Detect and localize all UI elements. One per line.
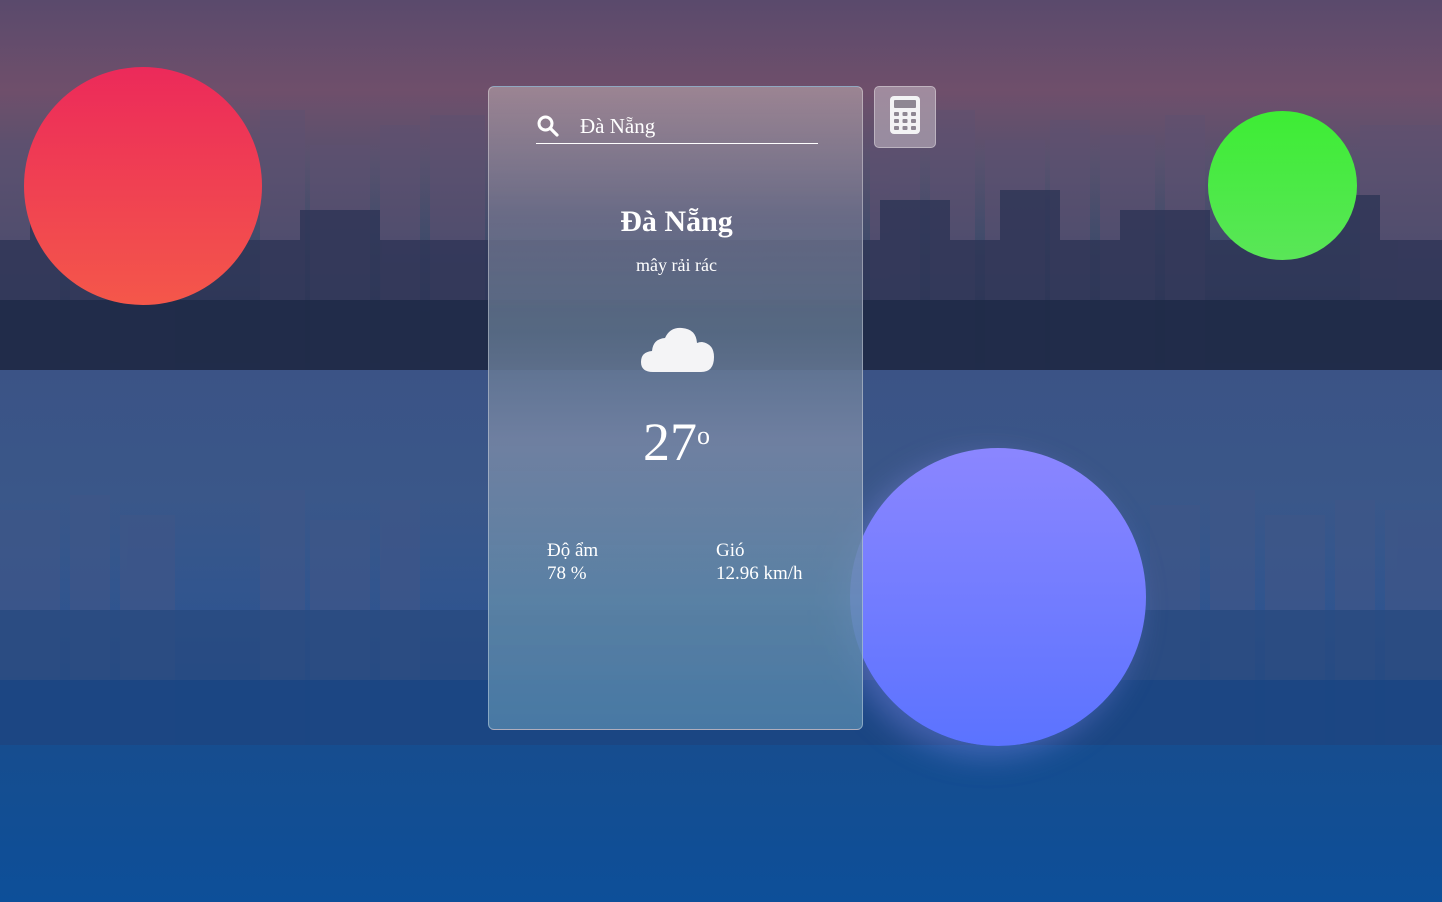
wind-stat: Gió 12.96 km/h — [716, 539, 803, 585]
wind-value: 12.96 km/h — [716, 563, 803, 584]
weather-card: Đà Nẵng mây rải rác 27o Độ ẩm 78 % Gió 1… — [488, 86, 863, 730]
temperature-display: 27o — [489, 412, 864, 472]
search-input[interactable] — [580, 113, 810, 139]
decorative-orb-green — [1208, 111, 1357, 260]
search-bar — [536, 109, 818, 144]
city-name: Đà Nẵng — [620, 205, 733, 238]
weather-description: mây rải rác — [636, 255, 717, 275]
humidity-label: Độ ẩm — [547, 540, 599, 561]
cloud-icon — [639, 325, 717, 377]
humidity-value: 78 % — [547, 563, 587, 584]
decorative-orb-purple — [850, 448, 1146, 746]
humidity-stat: Độ ẩm 78 % — [547, 539, 598, 585]
wind-label: Gió — [716, 540, 745, 561]
calculator-button[interactable] — [874, 86, 936, 148]
calculator-icon — [890, 95, 920, 139]
temperature-value: 27 — [643, 412, 697, 472]
decorative-orb-red — [24, 67, 262, 305]
search-icon[interactable] — [536, 114, 560, 138]
degree-symbol: o — [697, 421, 710, 450]
